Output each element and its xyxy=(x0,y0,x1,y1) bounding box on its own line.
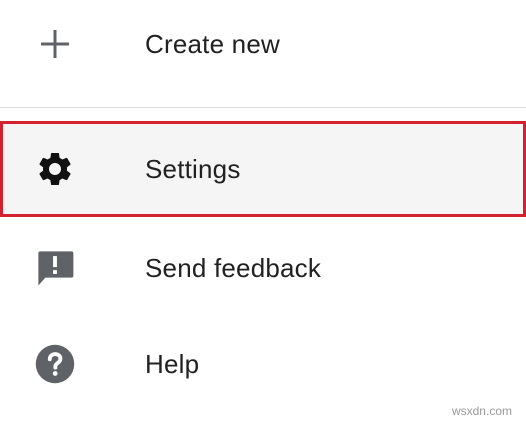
gear-icon xyxy=(33,147,77,191)
divider xyxy=(0,107,526,108)
feedback-icon xyxy=(33,246,77,290)
watermark: wsxdn.com xyxy=(451,404,512,418)
help-label: Help xyxy=(145,348,200,379)
help-item[interactable]: Help xyxy=(0,316,526,412)
create-new-item[interactable]: Create new xyxy=(0,0,526,88)
settings-label: Settings xyxy=(145,153,241,184)
settings-item[interactable]: Settings xyxy=(0,121,526,217)
plus-icon xyxy=(33,22,77,66)
menu: Create new Settings Send feedback Help w… xyxy=(0,0,526,425)
send-feedback-item[interactable]: Send feedback xyxy=(0,220,526,316)
help-icon xyxy=(33,342,77,386)
send-feedback-label: Send feedback xyxy=(145,252,322,283)
create-new-label: Create new xyxy=(145,28,280,59)
